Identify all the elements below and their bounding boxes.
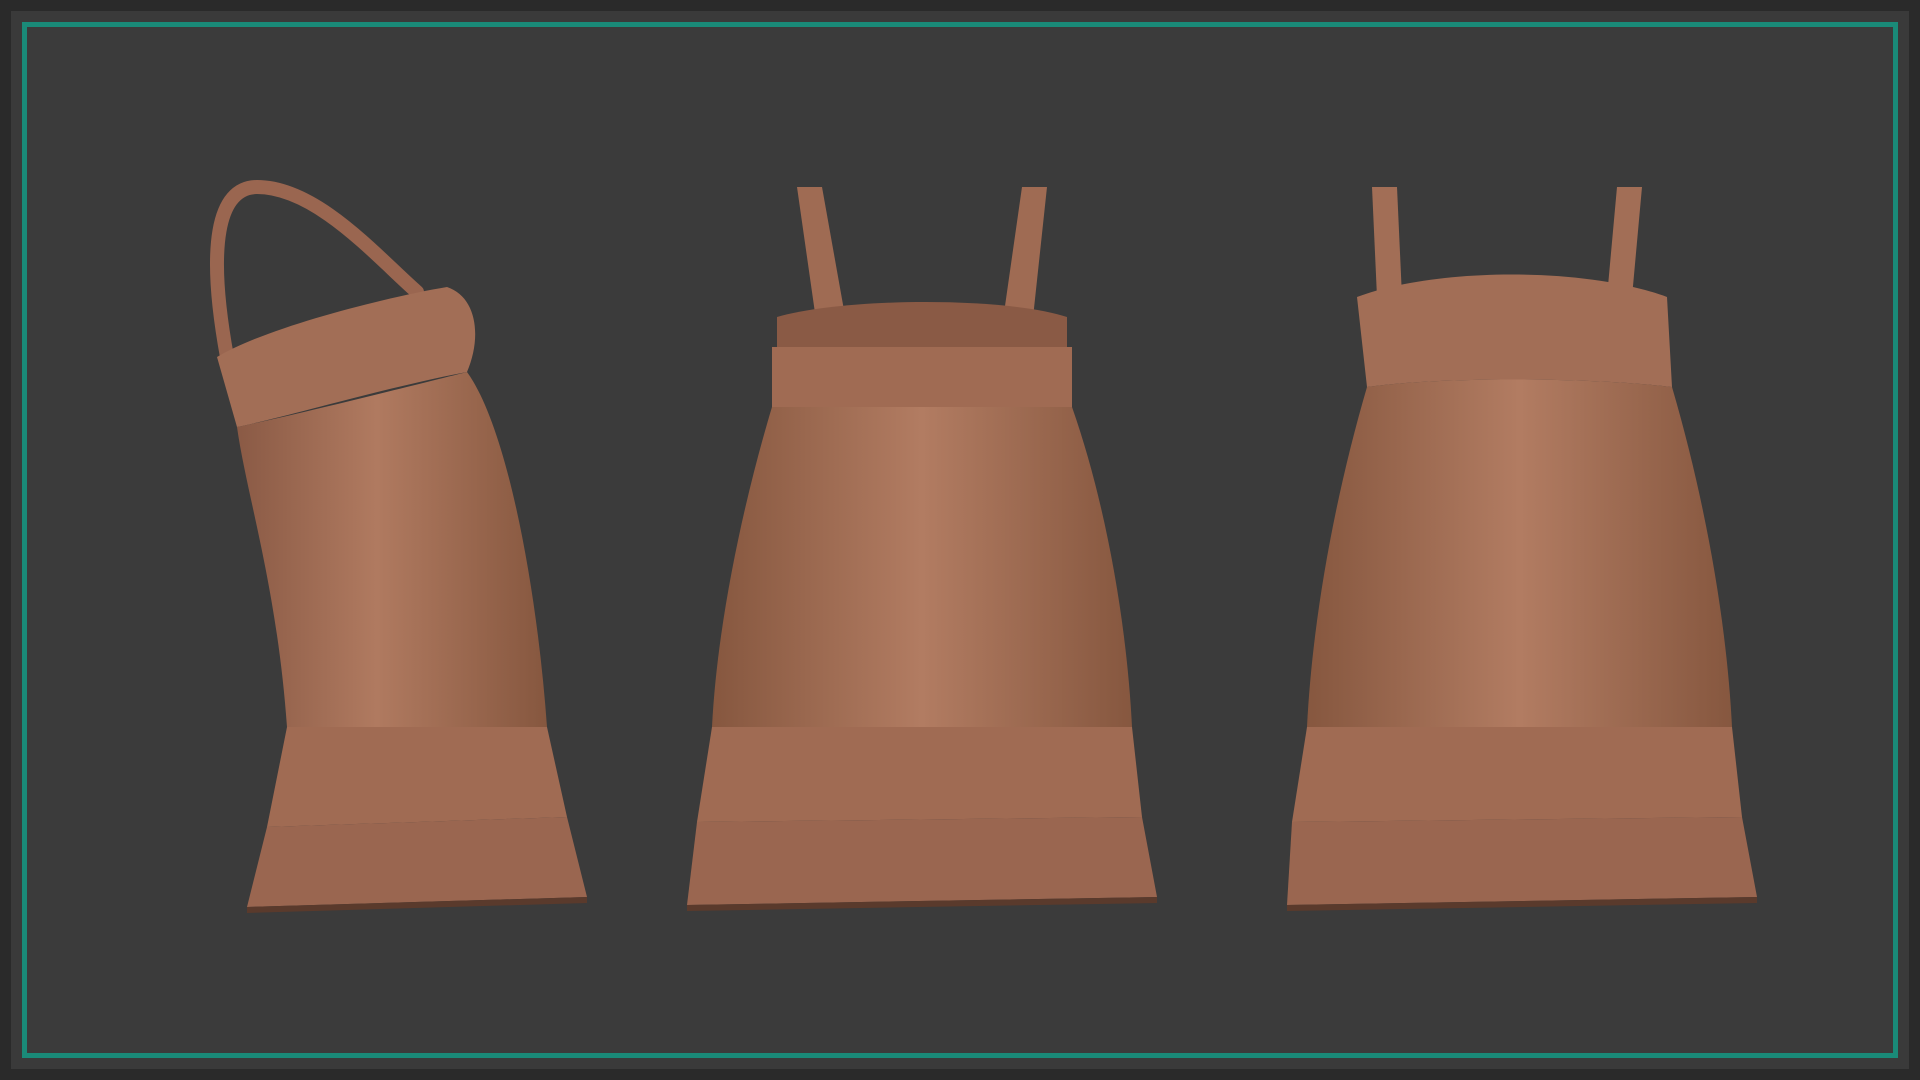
dress-front-svg: [1287, 187, 1757, 911]
right-strap: [1002, 187, 1047, 327]
front-skirt: [1307, 379, 1732, 727]
dress-back-svg: [687, 187, 1157, 911]
skirt: [237, 372, 547, 727]
front-ruffle-upper: [1292, 727, 1742, 822]
front-bodice: [1357, 274, 1672, 387]
left-strap: [797, 187, 847, 327]
dress-front-view: [1287, 27, 1887, 1075]
ruffle-upper: [267, 727, 567, 827]
front-left-strap: [1372, 187, 1402, 297]
back-ruffle-upper: [697, 727, 1142, 822]
screenshot-frame: [0, 0, 1920, 1080]
back-skirt: [712, 407, 1132, 727]
dress-side-svg: [210, 179, 587, 913]
render-viewport: [27, 27, 1893, 1053]
back-ruffle-lower: [687, 817, 1157, 905]
dress-back-view: [687, 27, 1287, 1075]
front-right-strap: [1607, 187, 1642, 297]
back-waistband: [772, 347, 1072, 407]
ruffle-lower: [247, 817, 587, 907]
front-ruffle-lower: [1287, 817, 1757, 905]
dress-side-view: [147, 27, 747, 1075]
